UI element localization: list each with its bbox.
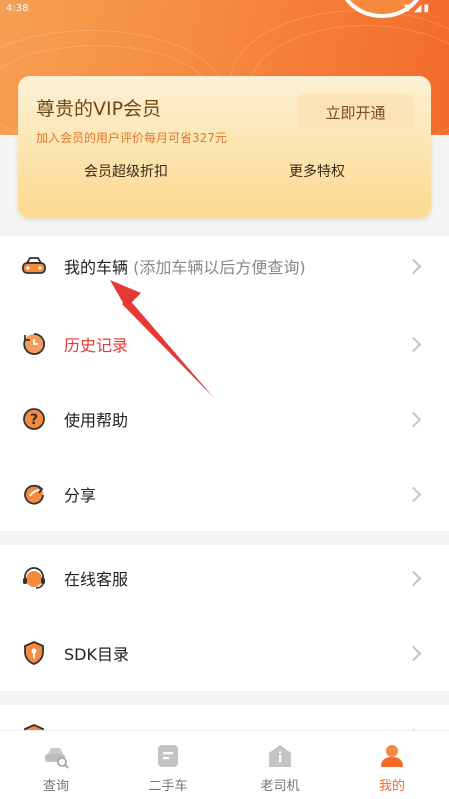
vip-subtitle: 加入会员的用户评价每月可省327元: [36, 131, 227, 145]
share-label: 分享: [64, 486, 97, 505]
vip-discount-link[interactable]: 会员超级折扣: [84, 161, 168, 181]
my-vehicles-label: 我的车辆: [64, 258, 129, 277]
menu-item-label: 我的车辆 (添加车辆以后方便查询): [64, 254, 306, 278]
tab-used-car-label: 二手车: [148, 779, 188, 794]
tab-mine[interactable]: 我的: [336, 731, 448, 799]
my-vehicles-hint: (添加车辆以后方便查询): [128, 258, 306, 277]
car-search-icon: [45, 748, 69, 769]
bottom-tab-bar: 查询 二手车 老司机 我的: [0, 730, 449, 799]
menu-item-share[interactable]: 分享: [0, 464, 449, 524]
help-label: 使用帮助: [64, 411, 129, 430]
menu-group-1: 我的车辆 (添加车辆以后方便查询) 历史记录 ? 使用帮助 分享: [0, 236, 449, 531]
chevron-right-icon: [405, 336, 422, 352]
menu-item-history[interactable]: 历史记录: [0, 314, 449, 374]
tab-old-driver[interactable]: 老司机: [224, 731, 336, 799]
tab-query[interactable]: 查询: [0, 731, 112, 799]
menu-item-help[interactable]: ? 使用帮助: [0, 389, 449, 449]
menu-item-sdk-catalog[interactable]: SDK目录: [0, 623, 449, 683]
chevron-right-icon: [405, 258, 422, 274]
chevron-right-icon: [405, 486, 422, 502]
menu-item-my-vehicles[interactable]: 我的车辆 (添加车辆以后方便查询): [0, 236, 449, 296]
history-label: 历史记录: [64, 336, 129, 355]
shield-icon: [24, 641, 44, 665]
svg-text:?: ?: [30, 412, 38, 428]
user-icon: [381, 745, 403, 767]
tab-old-driver-label: 老司机: [260, 779, 300, 794]
tab-used-car[interactable]: 二手车: [112, 731, 224, 799]
tab-query-label: 查询: [42, 779, 69, 794]
tab-mine-label: 我的: [378, 779, 405, 794]
vip-open-button[interactable]: 立即开通: [297, 94, 414, 130]
info-house-icon: [269, 745, 291, 767]
vip-more-privileges-link[interactable]: 更多特权: [289, 161, 345, 181]
document-icon: [158, 745, 178, 767]
sdk-catalog-label: SDK目录: [64, 645, 129, 664]
status-icons: ▼◢▮: [404, 3, 431, 14]
chevron-right-icon: [405, 411, 422, 427]
chevron-right-icon: [405, 645, 422, 661]
history-icon: [23, 333, 46, 355]
car-icon: [22, 257, 46, 274]
help-icon: ?: [23, 408, 45, 430]
vip-title: 尊贵的VIP会员: [36, 98, 162, 120]
headset-icon: [23, 567, 45, 589]
status-time: 4:38: [6, 3, 29, 14]
share-icon: [24, 484, 44, 505]
status-bar: 4:38 ▼◢▮: [0, 0, 449, 18]
menu-item-online-service[interactable]: 在线客服: [0, 548, 449, 608]
menu-group-2: 在线客服 SDK目录: [0, 545, 449, 691]
online-service-label: 在线客服: [64, 570, 129, 589]
chevron-right-icon: [405, 570, 422, 586]
vip-card[interactable]: 尊贵的VIP会员 加入会员的用户评价每月可省327元 立即开通 会员超级折扣 更…: [18, 76, 431, 218]
